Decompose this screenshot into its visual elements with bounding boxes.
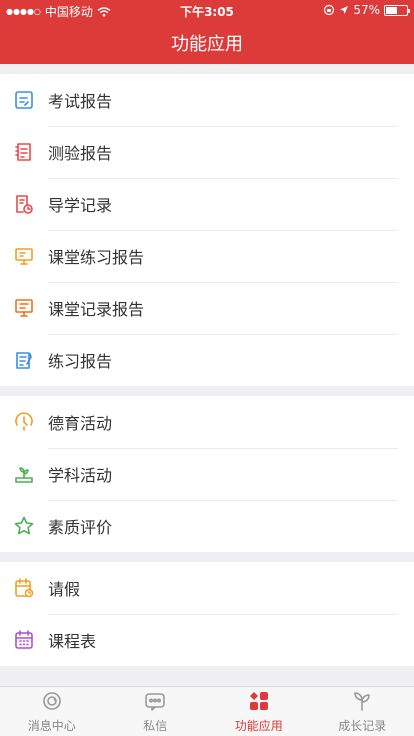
menu-item-label: 学科活动 — [48, 466, 113, 485]
timetable-icon — [0, 614, 48, 666]
exam-report-icon — [0, 74, 48, 126]
apps-icon — [248, 690, 270, 717]
practice-report-icon — [0, 334, 48, 386]
tab-message-center[interactable]: 消息中心 — [0, 687, 104, 736]
quiz-report-icon — [0, 126, 48, 178]
moral-activity-icon — [0, 396, 48, 448]
menu-group: 请假 课程表 — [0, 562, 414, 666]
menu-item-label: 德育活动 — [48, 414, 113, 433]
battery-icon — [384, 4, 410, 16]
leave-request-icon — [0, 562, 48, 614]
app-screen: ●●●●○ 中国移动 下午3:05 57% 功能应用 考试报告 测验报告 导学记… — [0, 0, 414, 736]
message-center-icon — [41, 690, 63, 717]
tab-private-message[interactable]: 私信 — [104, 687, 208, 736]
menu-item-timetable[interactable]: 课程表 — [0, 614, 414, 666]
battery-percent: 57% — [353, 3, 380, 17]
tab-label: 成长记录 — [338, 718, 387, 733]
subject-activity-icon — [0, 448, 48, 500]
header: ●●●●○ 中国移动 下午3:05 57% 功能应用 — [0, 0, 414, 64]
menu-item-quiz-report[interactable]: 测验报告 — [0, 126, 414, 178]
tab-label: 私信 — [143, 718, 168, 733]
function-list: 考试报告测验报告导学记录课堂练习报告 课堂记录报告 练习报告德育活动学科活动素质评价… — [0, 64, 414, 666]
tab-growth-record[interactable]: 成长记录 — [311, 687, 414, 736]
menu-item-label: 课堂练习报告 — [48, 248, 145, 267]
menu-group: 德育活动学科活动素质评价 — [0, 396, 414, 552]
menu-item-quality-evaluation[interactable]: 素质评价 — [0, 500, 414, 552]
menu-item-label: 练习报告 — [48, 352, 113, 371]
menu-item-moral-activity[interactable]: 德育活动 — [0, 396, 414, 448]
growth-record-icon — [351, 690, 373, 717]
menu-item-leave-request[interactable]: 请假 — [0, 562, 414, 614]
guide-record-icon — [0, 178, 48, 230]
tab-label: 功能应用 — [234, 718, 283, 733]
tab-bar: 消息中心 私信 功能应用 成长记录 — [0, 686, 414, 736]
private-message-icon — [144, 690, 166, 717]
tab-apps[interactable]: 功能应用 — [207, 687, 311, 736]
tab-label: 消息中心 — [27, 718, 76, 733]
menu-item-practice-report[interactable]: 练习报告 — [0, 334, 414, 386]
menu-item-class-record[interactable]: 课堂记录报告 — [0, 282, 414, 334]
menu-item-label: 导学记录 — [48, 196, 113, 215]
quality-evaluation-icon — [0, 500, 48, 552]
menu-item-label: 请假 — [48, 580, 81, 599]
menu-item-label: 考试报告 — [48, 92, 113, 111]
class-exercise-icon — [0, 230, 48, 282]
menu-item-subject-activity[interactable]: 学科活动 — [0, 448, 414, 500]
page-title: 功能应用 — [171, 34, 243, 55]
menu-item-label: 素质评价 — [48, 518, 113, 537]
menu-item-exam-report[interactable]: 考试报告 — [0, 74, 414, 126]
menu-group: 考试报告测验报告导学记录课堂练习报告 课堂记录报告 练习报告 — [0, 74, 414, 386]
rotation-lock-icon — [324, 4, 335, 16]
location-arrow-icon — [340, 6, 349, 14]
menu-item-guide-record[interactable]: 导学记录 — [0, 178, 414, 230]
menu-item-label: 课程表 — [48, 632, 97, 651]
menu-item-label: 测验报告 — [48, 144, 113, 163]
menu-item-label: 课堂记录报告 — [48, 300, 145, 319]
status-bar: ●●●●○ 中国移动 下午3:05 57% — [0, 0, 414, 20]
class-record-icon — [0, 282, 48, 334]
menu-item-class-exercise[interactable]: 课堂练习报告 — [0, 230, 414, 282]
